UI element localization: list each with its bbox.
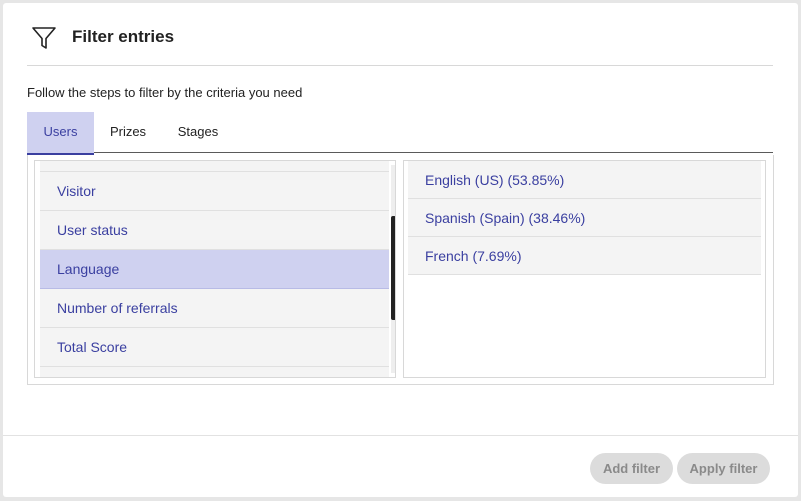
value-item-french[interactable]: French (7.69%) xyxy=(408,237,761,275)
filter-panels: Visitor User status Language Number of r… xyxy=(27,155,774,385)
criteria-item-language[interactable]: Language xyxy=(40,250,389,289)
criteria-list-items: Visitor User status Language Number of r… xyxy=(40,161,389,377)
tab-bar: Users Prizes Stages xyxy=(27,112,773,155)
dialog-title: Filter entries xyxy=(72,27,175,46)
scrollbar-thumb[interactable] xyxy=(391,216,395,320)
value-item-spanish[interactable]: Spanish (Spain) (38.46%) xyxy=(408,199,761,237)
tab-stages[interactable]: Stages xyxy=(168,112,228,152)
tab-prizes[interactable]: Prizes xyxy=(100,112,156,152)
footer-divider xyxy=(3,435,798,436)
criteria-item-visitor[interactable]: Visitor xyxy=(40,172,389,211)
instructions-text: Follow the steps to filter by the criter… xyxy=(27,85,303,100)
tab-users[interactable]: Users xyxy=(27,112,94,155)
criteria-item-total-score[interactable]: Total Score xyxy=(40,328,389,367)
criteria-item-user-status[interactable]: User status xyxy=(40,211,389,250)
values-list: English (US) (53.85%) Spanish (Spain) (3… xyxy=(403,160,766,378)
dialog-header: Filter entries xyxy=(27,3,773,66)
add-filter-button[interactable]: Add filter xyxy=(590,453,673,484)
list-item-partial xyxy=(40,367,389,377)
criteria-list[interactable]: Visitor User status Language Number of r… xyxy=(34,160,396,378)
list-item-partial xyxy=(40,161,389,172)
funnel-filter-icon xyxy=(32,27,56,49)
apply-filter-button[interactable]: Apply filter xyxy=(677,453,770,484)
value-item-english[interactable]: English (US) (53.85%) xyxy=(408,161,761,199)
filter-dialog: Filter entries Follow the steps to filte… xyxy=(3,3,798,497)
criteria-item-number-of-referrals[interactable]: Number of referrals xyxy=(40,289,389,328)
